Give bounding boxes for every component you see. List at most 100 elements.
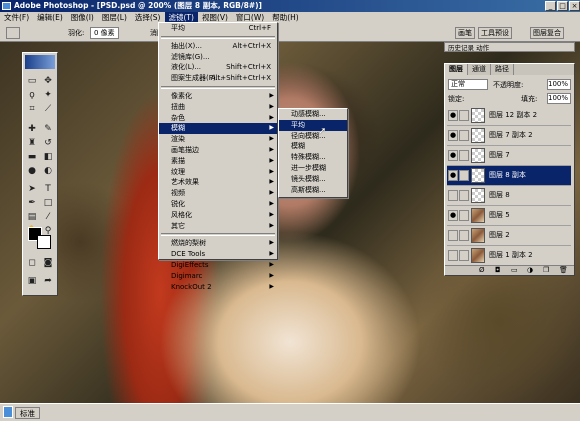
menu-edit[interactable]: 编辑(E)	[33, 12, 67, 24]
minimize-button[interactable]: _	[545, 1, 556, 11]
feather-input[interactable]: 0 像素	[90, 27, 119, 39]
magic-wand-icon[interactable]: ✦	[42, 89, 54, 101]
layer-row[interactable]: 图层 2	[447, 226, 571, 246]
menu-item-texture[interactable]: 纹理 ▶	[159, 167, 277, 178]
menu-item-knockout[interactable]: KnockOut 2 ▶	[159, 282, 277, 293]
menu-item-distort[interactable]: 扭曲 ▶	[159, 102, 277, 113]
submenu-item-motion-blur[interactable]: 动感模糊...	[279, 109, 347, 120]
menu-item-render[interactable]: 渲染 ▶	[159, 134, 277, 145]
eye-icon[interactable]	[448, 190, 458, 201]
tab-channels[interactable]: 通道	[468, 64, 491, 75]
eye-icon[interactable]: ●	[448, 130, 458, 141]
eye-icon[interactable]	[448, 250, 458, 261]
menu-image[interactable]: 图像(I)	[67, 12, 98, 24]
menu-item-blur[interactable]: 模糊 ▶	[159, 123, 277, 135]
background-color-swatch[interactable]	[37, 235, 51, 249]
crop-icon[interactable]: ⌗	[26, 103, 38, 115]
eye-icon[interactable]: ●	[448, 170, 458, 181]
quick-mask-off-icon[interactable]: ◻	[26, 257, 38, 269]
submenu-item-blur-more[interactable]: 进一步模糊	[279, 163, 347, 174]
close-button[interactable]: ×	[569, 1, 580, 11]
marquee-icon[interactable]: ▭	[26, 75, 38, 87]
quick-mask-on-icon[interactable]: ◙	[42, 257, 54, 269]
link-icon[interactable]	[459, 190, 469, 201]
dodge-icon[interactable]: ◐	[42, 165, 54, 177]
layer-row[interactable]: ● 图层 7 副本 2	[447, 126, 571, 146]
link-icon[interactable]	[459, 250, 469, 261]
pen-icon[interactable]: ✒	[26, 197, 38, 209]
brush-icon[interactable]	[459, 170, 469, 181]
menu-item-pattern-maker[interactable]: 图案生成器(P)... Alt+Shift+Ctrl+X	[159, 73, 277, 84]
menu-item-plugin-pear[interactable]: 燃烧的梨树 ▶	[159, 238, 277, 249]
add-mask-icon[interactable]: ◘	[495, 266, 501, 274]
menu-item-extract[interactable]: 抽出(X)... Alt+Ctrl+X	[159, 41, 277, 52]
brush-icon[interactable]: ✎	[42, 123, 54, 135]
adjustment-layer-icon[interactable]: ◑	[527, 266, 533, 274]
gradient-icon[interactable]: ◧	[42, 151, 54, 163]
start-icon[interactable]	[3, 406, 13, 418]
layer-row[interactable]: 图层 1 副本 2	[447, 246, 571, 266]
link-icon[interactable]	[459, 210, 469, 221]
link-icon[interactable]	[459, 110, 469, 121]
move-icon[interactable]: ✥	[42, 75, 54, 87]
add-style-icon[interactable]: Ø	[479, 266, 485, 274]
maximize-button[interactable]: □	[557, 1, 568, 11]
submenu-item-radial-blur[interactable]: 径向模糊...	[279, 131, 347, 142]
palette-tab-layer-comps[interactable]: 图层复合	[530, 27, 564, 39]
new-layer-icon[interactable]: ❐	[543, 266, 549, 274]
menu-item-digieffects[interactable]: DigiEffects ▶	[159, 260, 277, 271]
trash-icon[interactable]: 🗑	[559, 266, 568, 274]
menu-item-sharpen[interactable]: 锐化 ▶	[159, 199, 277, 210]
link-icon[interactable]	[459, 130, 469, 141]
layer-row[interactable]: ● 图层 5	[447, 206, 571, 226]
layer-row[interactable]: ● 图层 12 副本 2	[447, 106, 571, 126]
submenu-item-average[interactable]: 平均	[279, 119, 347, 131]
healing-brush-icon[interactable]: ✚	[26, 123, 38, 135]
lasso-icon[interactable]: ϙ	[26, 89, 38, 101]
blur-tool-icon[interactable]: ●	[26, 165, 38, 177]
shape-icon[interactable]: □	[42, 197, 54, 209]
menu-item-digimarc[interactable]: Digimarc ▶	[159, 271, 277, 282]
eraser-icon[interactable]: ▬	[26, 151, 38, 163]
fill-input[interactable]: 100%	[547, 93, 571, 104]
menu-item-other[interactable]: 其它 ▶	[159, 221, 277, 232]
layer-row[interactable]: 图层 8	[447, 186, 571, 206]
eye-icon[interactable]: ●	[448, 110, 458, 121]
menu-item-sketch[interactable]: 素描 ▶	[159, 156, 277, 167]
submenu-item-lens-blur[interactable]: 镜头模糊...	[279, 174, 347, 185]
menu-item-video[interactable]: 视频 ▶	[159, 188, 277, 199]
opacity-input[interactable]: 100%	[547, 79, 571, 90]
mode-indicator[interactable]: 标准	[15, 407, 40, 419]
history-brush-icon[interactable]: ↺	[42, 137, 54, 149]
menu-item-pixelate[interactable]: 像素化 ▶	[159, 91, 277, 102]
new-set-icon[interactable]: ▭	[511, 266, 518, 274]
tab-paths[interactable]: 路径	[491, 64, 514, 75]
screen-mode-icon[interactable]: ▣	[26, 275, 38, 287]
clone-stamp-icon[interactable]: ♜	[26, 137, 38, 149]
history-actions-strip[interactable]: 历史记录 动作	[444, 42, 575, 52]
menu-item-last-filter[interactable]: 平均 Ctrl+F	[159, 23, 277, 34]
palette-tab-tool-presets[interactable]: 工具预设	[478, 27, 512, 39]
submenu-item-smart-blur[interactable]: 特殊模糊...	[279, 152, 347, 163]
menu-item-stylize[interactable]: 风格化 ▶	[159, 210, 277, 221]
menu-item-dce-tools[interactable]: DCE Tools ▶	[159, 249, 277, 260]
menu-item-noise[interactable]: 杂色 ▶	[159, 113, 277, 124]
layer-row-selected[interactable]: ● 图层 8 副本	[447, 166, 571, 186]
menu-item-brush-strokes[interactable]: 画笔描边 ▶	[159, 145, 277, 156]
tab-layers[interactable]: 图层	[445, 64, 468, 75]
menu-file[interactable]: 文件(F)	[0, 12, 33, 24]
eyedropper-icon[interactable]: ⁄	[42, 211, 54, 223]
notes-icon[interactable]: ▤	[26, 211, 38, 223]
menu-layer[interactable]: 图层(L)	[98, 12, 131, 24]
link-icon[interactable]	[459, 150, 469, 161]
slice-icon[interactable]: ⟋	[42, 103, 54, 115]
eye-icon[interactable]	[448, 230, 458, 241]
menu-item-filter-gallery[interactable]: 滤镜库(G)...	[159, 52, 277, 63]
menu-item-artistic[interactable]: 艺术效果 ▶	[159, 177, 277, 188]
eye-icon[interactable]: ●	[448, 210, 458, 221]
eye-icon[interactable]: ●	[448, 150, 458, 161]
palette-tab-brushes[interactable]: 画笔	[455, 27, 475, 39]
menu-item-liquify[interactable]: 液化(L)... Shift+Ctrl+X	[159, 62, 277, 73]
submenu-item-gaussian-blur[interactable]: 高斯模糊...	[279, 185, 347, 196]
link-icon[interactable]	[459, 230, 469, 241]
